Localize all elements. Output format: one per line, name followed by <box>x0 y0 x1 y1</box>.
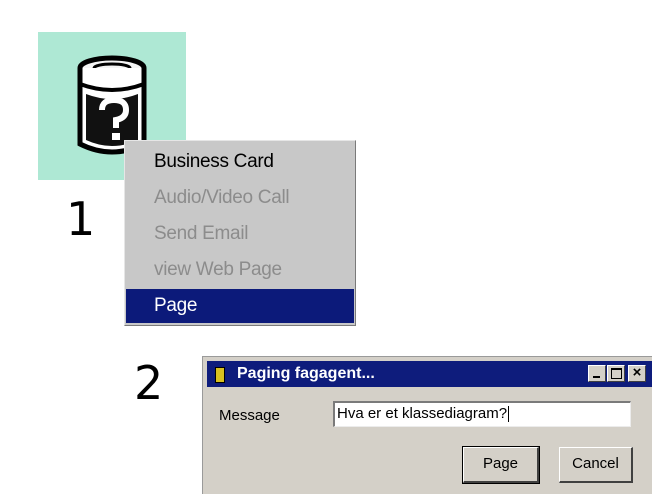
dialog-title: Paging fagagent... <box>237 365 375 382</box>
message-input[interactable]: Hva er et klassediagram? <box>333 401 631 427</box>
menu-item-view-web-page[interactable]: view Web Page <box>126 253 354 287</box>
close-button[interactable] <box>628 365 646 382</box>
menu-item-page[interactable]: Page <box>126 289 354 323</box>
message-value: Hva er et klassediagram? <box>337 405 508 422</box>
pager-icon <box>215 367 225 383</box>
text-caret <box>508 406 510 423</box>
page-button[interactable]: Page <box>462 446 540 484</box>
dialog-titlebar[interactable]: Paging fagagent... <box>207 361 652 387</box>
cancel-button[interactable]: Cancel <box>559 447 633 483</box>
menu-item-business-card[interactable]: Business Card <box>126 145 354 179</box>
menu-item-send-email[interactable]: Send Email <box>126 217 354 251</box>
step-number-2: 2 <box>134 356 164 410</box>
context-menu: Business Card Audio/Video Call Send Emai… <box>124 140 356 326</box>
menu-item-audio-video-call[interactable]: Audio/Video Call <box>126 181 354 215</box>
message-label: Message <box>219 407 280 424</box>
paging-dialog: Paging fagagent... Message Hva er et kla… <box>202 356 652 494</box>
minimize-button[interactable] <box>588 365 606 382</box>
step-number-1: 1 <box>66 192 96 246</box>
maximize-button[interactable] <box>607 365 625 382</box>
